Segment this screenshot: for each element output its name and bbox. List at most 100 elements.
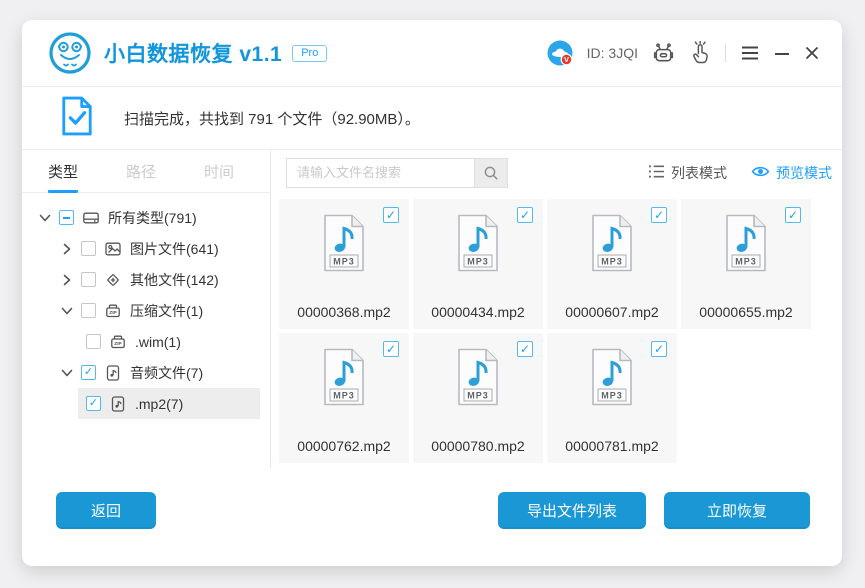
file-card[interactable]: MP300000780.mp2 bbox=[413, 333, 543, 463]
list-mode-icon bbox=[648, 164, 665, 182]
close-button[interactable] bbox=[804, 45, 820, 61]
other-icon bbox=[104, 271, 122, 289]
file-card[interactable]: MP3 00000434.mp2 bbox=[413, 199, 543, 329]
mp3-file-icon: MP3 bbox=[723, 214, 769, 277]
app-window: 小白数据恢复 v1.1 Pro V ID: 3JQI bbox=[22, 20, 842, 566]
tree-item-label: 图片文件(641) bbox=[130, 239, 219, 259]
svg-text:V: V bbox=[564, 55, 569, 64]
svg-text:MP3: MP3 bbox=[333, 257, 355, 267]
tree-item[interactable]: 音频文件(7) bbox=[22, 357, 270, 388]
scan-result-text: 扫描完成，共找到 791 个文件（92.90MB）。 bbox=[124, 108, 420, 129]
tree-item-label: 压缩文件(1) bbox=[130, 301, 203, 321]
tree-checkbox[interactable] bbox=[86, 396, 101, 411]
zip-icon: ZIP bbox=[109, 333, 127, 351]
svg-text:MP3: MP3 bbox=[601, 257, 623, 267]
file-card[interactable]: MP3 00000368.mp2 bbox=[279, 199, 409, 329]
tab-type[interactable]: 类型 bbox=[48, 150, 78, 192]
file-name: 00000434.mp2 bbox=[413, 304, 543, 320]
audio-icon bbox=[109, 395, 127, 413]
tree-item-label: .mp2(7) bbox=[135, 396, 183, 412]
pro-badge: Pro bbox=[292, 45, 327, 62]
file-tree: 所有类型(791)图片文件(641)其他文件(142)ZIP压缩文件(1)ZIP… bbox=[22, 193, 270, 419]
list-mode-toggle[interactable]: 列表模式 bbox=[648, 163, 727, 183]
svg-text:MP3: MP3 bbox=[601, 391, 623, 401]
tree-item[interactable]: .mp2(7) bbox=[78, 388, 260, 419]
caret-right-icon[interactable] bbox=[60, 273, 74, 287]
file-name: 00000368.mp2 bbox=[279, 304, 409, 320]
caret-down-icon[interactable] bbox=[60, 366, 74, 380]
file-checkbox[interactable] bbox=[785, 207, 801, 223]
tree-item[interactable]: 其他文件(142) bbox=[22, 264, 270, 295]
recover-now-button[interactable]: 立即恢复 bbox=[664, 492, 810, 529]
caret-down-icon[interactable] bbox=[38, 211, 52, 225]
user-avatar[interactable]: V bbox=[547, 40, 573, 66]
list-mode-label: 列表模式 bbox=[671, 163, 727, 183]
file-name: 00000655.mp2 bbox=[681, 304, 811, 320]
tree-item-label: 所有类型(791) bbox=[108, 208, 197, 228]
svg-text:ZIP: ZIP bbox=[109, 310, 117, 316]
file-card[interactable]: MP3 00000781.mp2 bbox=[547, 333, 677, 463]
tree-item[interactable]: 所有类型(791) bbox=[22, 202, 270, 233]
tutorial-touch-icon[interactable] bbox=[689, 41, 711, 65]
tab-path[interactable]: 路径 bbox=[126, 150, 156, 192]
content-panel: 列表模式 预览模式 MP3 00000368.mp2 MP3 00000434.mp2… bbox=[271, 150, 842, 468]
export-file-list-button[interactable]: 导出文件列表 bbox=[498, 492, 646, 529]
svg-text:MP3: MP3 bbox=[467, 257, 489, 267]
tree-checkbox[interactable] bbox=[81, 303, 96, 318]
file-checkbox[interactable] bbox=[651, 341, 667, 357]
app-logo-icon bbox=[48, 31, 92, 75]
svg-text:MP3: MP3 bbox=[735, 257, 757, 267]
caret-down-icon[interactable] bbox=[60, 304, 74, 318]
file-name: 00000781.mp2 bbox=[547, 438, 677, 454]
image-icon bbox=[104, 240, 122, 258]
svg-text:MP3: MP3 bbox=[333, 391, 355, 401]
mp3-file-icon: MP3 bbox=[455, 214, 501, 277]
tree-checkbox[interactable] bbox=[59, 210, 74, 225]
tab-label: 时间 bbox=[204, 161, 234, 182]
preview-mode-label: 预览模式 bbox=[776, 163, 832, 183]
scan-complete-icon bbox=[60, 96, 94, 141]
service-robot-icon[interactable] bbox=[652, 42, 675, 65]
tab-time[interactable]: 时间 bbox=[204, 150, 234, 192]
tree-item[interactable]: ZIP 压缩文件(1) bbox=[22, 295, 270, 326]
mp3-file-icon: MP3 bbox=[455, 348, 501, 411]
file-card[interactable]: MP3 00000655.mp2 bbox=[681, 199, 811, 329]
file-checkbox[interactable] bbox=[517, 341, 533, 357]
file-card[interactable]: MP300000607.mp2 bbox=[547, 199, 677, 329]
drive-icon bbox=[82, 209, 100, 227]
footer-bar: 返回 导出文件列表 立即恢复 bbox=[22, 468, 842, 566]
svg-text:MP3: MP3 bbox=[467, 391, 489, 401]
file-checkbox[interactable] bbox=[383, 341, 399, 357]
menu-button[interactable] bbox=[740, 45, 760, 61]
file-checkbox[interactable] bbox=[383, 207, 399, 223]
header-divider bbox=[725, 44, 726, 62]
tree-item[interactable]: ZIP.wim(1) bbox=[78, 326, 260, 357]
tab-label: 类型 bbox=[48, 161, 78, 182]
file-checkbox[interactable] bbox=[517, 207, 533, 223]
title-bar: 小白数据恢复 v1.1 Pro V ID: 3JQI bbox=[22, 20, 842, 87]
back-button[interactable]: 返回 bbox=[56, 492, 156, 529]
tree-item-label: 其他文件(142) bbox=[130, 270, 219, 290]
search-box bbox=[286, 158, 508, 188]
svg-text:ZIP: ZIP bbox=[114, 341, 122, 347]
file-card[interactable]: MP300000762.mp2 bbox=[279, 333, 409, 463]
eye-icon bbox=[751, 165, 770, 181]
tab-label: 路径 bbox=[126, 161, 156, 182]
tree-checkbox[interactable] bbox=[81, 241, 96, 256]
mp3-file-icon: MP3 bbox=[589, 214, 635, 277]
tree-checkbox[interactable] bbox=[86, 334, 101, 349]
sidebar: 类型 路径 时间 所有类型(791) 图片文件(641) 其他文件(142) ZIP 压缩文… bbox=[22, 150, 271, 468]
content-toolbar: 列表模式 预览模式 bbox=[271, 150, 842, 195]
zip-icon: ZIP bbox=[104, 302, 122, 320]
preview-mode-toggle[interactable]: 预览模式 bbox=[751, 163, 832, 183]
search-button[interactable] bbox=[474, 158, 508, 188]
file-checkbox[interactable] bbox=[651, 207, 667, 223]
search-input[interactable] bbox=[286, 158, 474, 188]
mp3-file-icon: MP3 bbox=[321, 214, 367, 277]
mp3-file-icon: MP3 bbox=[589, 348, 635, 411]
tree-item[interactable]: 图片文件(641) bbox=[22, 233, 270, 264]
tree-checkbox[interactable] bbox=[81, 365, 96, 380]
tree-checkbox[interactable] bbox=[81, 272, 96, 287]
minimize-button[interactable] bbox=[774, 45, 790, 61]
caret-right-icon[interactable] bbox=[60, 242, 74, 256]
